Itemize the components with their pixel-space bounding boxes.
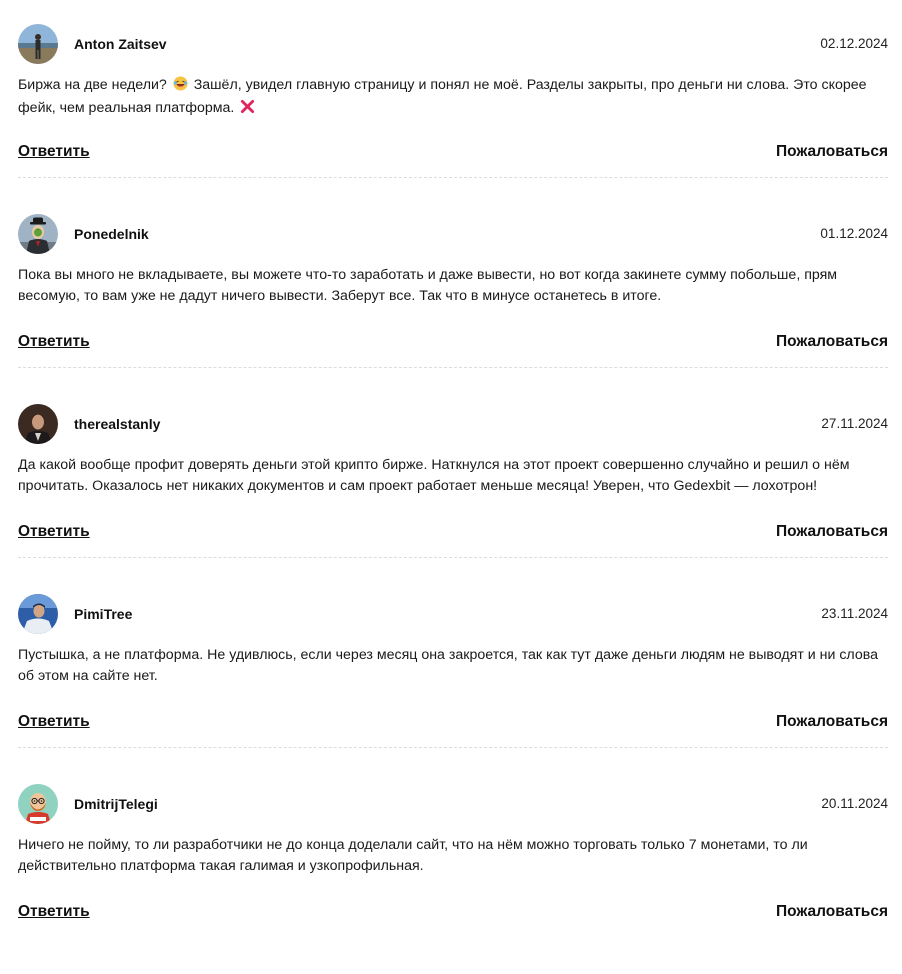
comment-header: therealstanly 27.11.2024 bbox=[18, 404, 888, 444]
report-link[interactable]: Пожаловаться bbox=[776, 901, 888, 923]
comments-list: Anton Zaitsev 02.12.2024 Биржа на две не… bbox=[0, 0, 902, 936]
reply-link[interactable]: Ответить bbox=[18, 141, 90, 163]
reply-link[interactable]: Ответить bbox=[18, 901, 90, 923]
comment-author: PimiTree bbox=[74, 606, 133, 622]
comment-text: Биржа на две недели? Зашёл, увидел главн… bbox=[18, 75, 890, 121]
comment-date: 01.12.2024 bbox=[820, 226, 888, 241]
comment-author: DmitrijTelegi bbox=[74, 796, 158, 812]
comment-header: Ponedelnik 01.12.2024 bbox=[18, 214, 888, 254]
avatar[interactable] bbox=[18, 784, 58, 824]
report-link[interactable]: Пожаловаться bbox=[776, 711, 888, 733]
avatar[interactable] bbox=[18, 594, 58, 634]
comment-item: Anton Zaitsev 02.12.2024 Биржа на две не… bbox=[18, 24, 888, 214]
avatar-photo-landscape bbox=[18, 24, 58, 64]
divider bbox=[18, 747, 888, 748]
comment-author: Anton Zaitsev bbox=[74, 36, 167, 52]
comment-date: 20.11.2024 bbox=[821, 796, 888, 811]
comment-author: Ponedelnik bbox=[74, 226, 149, 242]
report-link[interactable]: Пожаловаться bbox=[776, 331, 888, 353]
comment-item: Ponedelnik 01.12.2024 Пока вы много не в… bbox=[18, 214, 888, 404]
laughing-emoji-icon bbox=[173, 76, 188, 98]
comment-actions: Ответить Пожаловаться bbox=[18, 901, 888, 923]
comment-header: DmitrijTelegi 20.11.2024 bbox=[18, 784, 888, 824]
comment-actions: Ответить Пожаловаться bbox=[18, 331, 888, 353]
comment-text: Ничего не пойму, то ли разработчики не д… bbox=[18, 837, 808, 874]
avatar-cartoon-bearded-man bbox=[18, 784, 58, 824]
divider bbox=[18, 177, 888, 178]
comment-date: 02.12.2024 bbox=[820, 36, 888, 51]
avatar-son-of-man-painting bbox=[18, 214, 58, 254]
comment-date: 23.11.2024 bbox=[821, 606, 888, 621]
avatar[interactable] bbox=[18, 24, 58, 64]
comment-item: therealstanly 27.11.2024 Да какой вообще… bbox=[18, 404, 888, 594]
avatar-photo-man-in-suit bbox=[18, 404, 58, 444]
report-link[interactable]: Пожаловаться bbox=[776, 521, 888, 543]
avatar[interactable] bbox=[18, 214, 58, 254]
comment-header: PimiTree 23.11.2024 bbox=[18, 594, 888, 634]
reply-link[interactable]: Ответить bbox=[18, 521, 90, 543]
comment-text: Пустышка, а не платформа. Не удивлюсь, е… bbox=[18, 647, 879, 684]
reply-link[interactable]: Ответить bbox=[18, 711, 90, 733]
comment-text: Пока вы много не вкладываете, вы можете … bbox=[18, 267, 838, 304]
divider bbox=[18, 367, 888, 368]
comment-text: Да какой вообще профит доверять деньги э… bbox=[18, 457, 850, 494]
avatar-photo-blue bbox=[18, 594, 58, 634]
comment-header: Anton Zaitsev 02.12.2024 bbox=[18, 24, 888, 64]
comment-actions: Ответить Пожаловаться bbox=[18, 711, 888, 733]
divider bbox=[18, 557, 888, 558]
comment-actions: Ответить Пожаловаться bbox=[18, 141, 888, 163]
comment-date: 27.11.2024 bbox=[821, 416, 888, 431]
cross-mark-emoji-icon bbox=[240, 99, 255, 121]
report-link[interactable]: Пожаловаться bbox=[776, 141, 888, 163]
comment-author: therealstanly bbox=[74, 416, 161, 432]
comment-actions: Ответить Пожаловаться bbox=[18, 521, 888, 543]
reply-link[interactable]: Ответить bbox=[18, 331, 90, 353]
comment-item: PimiTree 23.11.2024 Пустышка, а не платф… bbox=[18, 594, 888, 784]
avatar[interactable] bbox=[18, 404, 58, 444]
comment-item: DmitrijTelegi 20.11.2024 Ничего не пойму… bbox=[18, 784, 888, 974]
comment-text-part: Биржа на две недели? bbox=[18, 77, 171, 93]
